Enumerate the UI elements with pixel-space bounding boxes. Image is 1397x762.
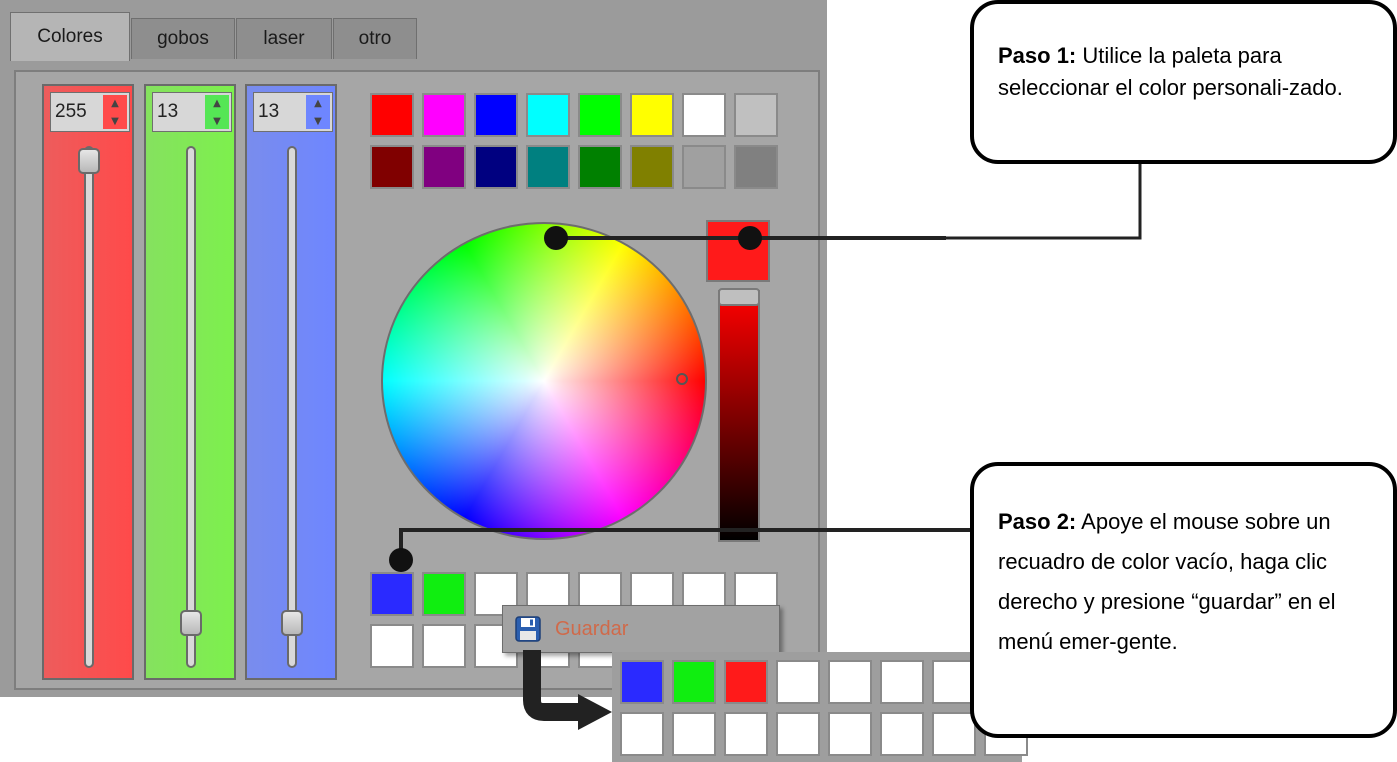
green-value: 13 [157, 101, 179, 122]
preset-color-swatch[interactable] [682, 145, 726, 189]
floppy-disk-icon [515, 616, 541, 642]
spin-up-arrow-icon[interactable]: ▲ [205, 95, 229, 111]
preset-color-swatch[interactable] [578, 145, 622, 189]
custom-color-swatch[interactable] [370, 572, 414, 616]
blue-value-spinbox[interactable]: 13 ▲ ▼ [253, 92, 333, 132]
context-menu: Guardar [502, 605, 780, 653]
step1-title: Paso 1: [998, 43, 1077, 68]
preset-color-swatch[interactable] [422, 93, 466, 137]
arrow-right-icon [578, 694, 612, 730]
preset-color-swatch[interactable] [474, 145, 518, 189]
preset-color-swatch[interactable] [422, 145, 466, 189]
green-spin-buttons: ▲ ▼ [205, 95, 229, 129]
saved-color-swatch [932, 712, 976, 756]
preset-color-swatch[interactable] [734, 93, 778, 137]
red-channel-slider: 255 ▲ ▼ [42, 84, 134, 680]
brightness-bar[interactable] [718, 290, 760, 542]
preset-color-swatch[interactable] [370, 93, 414, 137]
color-window: Colores gobos laser otro 255 ▲ ▼ 13 ▲ ▼ … [0, 0, 827, 697]
saved-color-swatch [828, 712, 872, 756]
tab-laser[interactable]: laser [236, 18, 332, 59]
custom-color-swatch[interactable] [370, 624, 414, 668]
preset-color-swatch[interactable] [578, 93, 622, 137]
saved-color-swatch [672, 712, 716, 756]
red-slider-track[interactable] [84, 146, 94, 668]
saved-color-swatch [880, 712, 924, 756]
saved-color-swatch [828, 660, 872, 704]
preset-color-swatch[interactable] [734, 145, 778, 189]
red-value: 255 [55, 101, 87, 122]
step2-title: Paso 2: [998, 509, 1077, 534]
tab-gobos[interactable]: gobos [131, 18, 235, 59]
tab-bar: Colores gobos laser otro [0, 0, 827, 61]
menu-item-guardar[interactable]: Guardar [515, 614, 628, 644]
color-wheel-cursor [676, 373, 688, 385]
saved-color-swatch [724, 660, 768, 704]
custom-color-swatch[interactable] [422, 624, 466, 668]
red-value-spinbox[interactable]: 255 ▲ ▼ [50, 92, 130, 132]
spin-up-arrow-icon[interactable]: ▲ [103, 95, 127, 111]
saved-color-swatch [880, 660, 924, 704]
tab-colores[interactable]: Colores [10, 12, 130, 61]
green-channel-slider: 13 ▲ ▼ [144, 84, 236, 680]
spin-down-arrow-icon[interactable]: ▼ [306, 113, 330, 129]
brightness-bar-handle[interactable] [718, 288, 760, 306]
spin-up-arrow-icon[interactable]: ▲ [306, 95, 330, 111]
blue-slider-thumb[interactable] [281, 609, 303, 636]
saved-color-swatch [620, 712, 664, 756]
saved-color-swatch [724, 712, 768, 756]
preset-color-swatch[interactable] [370, 145, 414, 189]
saved-color-swatch [776, 660, 820, 704]
blue-value: 13 [258, 101, 280, 122]
red-slider-thumb[interactable] [78, 148, 100, 174]
saved-color-swatch [620, 660, 664, 704]
green-slider-track[interactable] [186, 146, 196, 668]
saved-custom-colors-preview [612, 652, 1028, 762]
preset-color-swatch[interactable] [526, 145, 570, 189]
blue-slider-track[interactable] [287, 146, 297, 668]
preset-color-swatch[interactable] [630, 145, 674, 189]
tab-otro[interactable]: otro [333, 18, 417, 59]
spin-down-arrow-icon[interactable]: ▼ [103, 113, 127, 129]
color-wheel[interactable] [381, 222, 707, 540]
red-spin-buttons: ▲ ▼ [103, 95, 127, 129]
preset-color-swatch[interactable] [682, 93, 726, 137]
saved-color-swatch [672, 660, 716, 704]
blue-channel-slider: 13 ▲ ▼ [245, 84, 337, 680]
menu-item-label: Guardar [555, 617, 629, 640]
blue-spin-buttons: ▲ ▼ [306, 95, 330, 129]
callout-step-1: Paso 1: Utilice la paleta para seleccion… [970, 0, 1397, 164]
preset-color-swatch[interactable] [630, 93, 674, 137]
green-value-spinbox[interactable]: 13 ▲ ▼ [152, 92, 232, 132]
saved-color-swatch [776, 712, 820, 756]
current-color-preview [706, 220, 770, 282]
preset-color-swatch[interactable] [526, 93, 570, 137]
spin-down-arrow-icon[interactable]: ▼ [205, 113, 229, 129]
custom-color-swatch[interactable] [422, 572, 466, 616]
preset-color-swatch[interactable] [474, 93, 518, 137]
green-slider-thumb[interactable] [180, 609, 202, 636]
callout-step-2: Paso 2: Apoye el mouse sobre un recuadro… [970, 462, 1397, 738]
